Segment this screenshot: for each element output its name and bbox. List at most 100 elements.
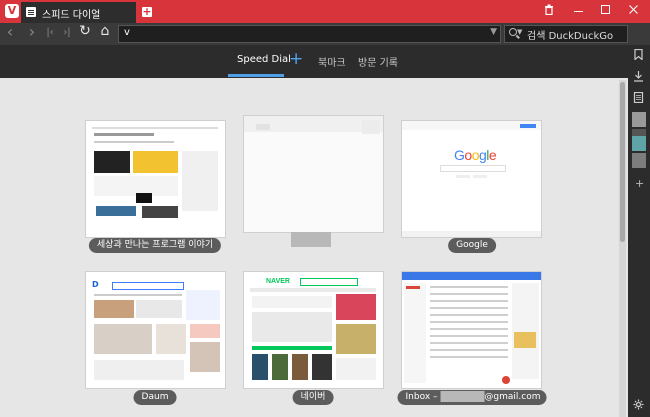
daum-search-box bbox=[112, 282, 184, 290]
add-speed-dial-button[interactable]: + bbox=[289, 50, 303, 68]
google-search-box bbox=[440, 165, 506, 172]
gmail-message-lines bbox=[430, 286, 508, 288]
tab-page-icon bbox=[26, 7, 36, 17]
gmail-sidebar bbox=[404, 283, 426, 383]
search-icon bbox=[509, 28, 517, 36]
forward-button[interactable]: › bbox=[25, 22, 39, 41]
minimize-icon-svg bbox=[573, 11, 583, 12]
tab-title: 스피드 다이얼 bbox=[42, 10, 101, 21]
gmail-topbar bbox=[402, 272, 541, 280]
close-icon-svg bbox=[628, 5, 638, 14]
thumb-text-line bbox=[94, 141, 174, 143]
speed-dial-thumbnail[interactable]: D bbox=[86, 272, 225, 388]
thumb-image bbox=[96, 206, 136, 216]
google-button bbox=[473, 175, 487, 178]
thumb-image bbox=[252, 354, 268, 380]
thumb-image bbox=[336, 324, 376, 354]
thumb-footer bbox=[402, 231, 541, 237]
speed-dial-caption: Google bbox=[448, 238, 496, 253]
thumb-image bbox=[94, 151, 130, 173]
thumb-bar bbox=[252, 346, 332, 350]
close-icon[interactable] bbox=[623, 4, 643, 18]
fast-forward-button[interactable]: ›| bbox=[60, 27, 74, 38]
speed-dial-thumbnail[interactable]: NAVER bbox=[244, 272, 383, 388]
download-icon[interactable] bbox=[633, 71, 644, 82]
speed-dial-header: Speed Dial + 북마크 방문 기록 bbox=[0, 45, 628, 78]
tab-history[interactable]: 방문 기록 bbox=[358, 54, 398, 69]
home-button[interactable]: ⌂ bbox=[98, 23, 112, 39]
thumb-menu bbox=[250, 288, 376, 292]
side-panel: + bbox=[628, 45, 650, 417]
thumb-image bbox=[94, 360, 184, 380]
caption-suffix: @gmail.com bbox=[484, 392, 541, 402]
thumb-image bbox=[156, 324, 186, 354]
new-tab-icon[interactable]: + bbox=[142, 6, 152, 17]
search-placeholder: 검색 DuckDuckGo bbox=[527, 31, 614, 42]
thumb-blur-block bbox=[256, 124, 270, 130]
trash-icon-svg bbox=[545, 4, 553, 16]
speed-dial-thumbnail[interactable]: Google bbox=[402, 121, 541, 237]
thumb-image bbox=[136, 300, 182, 318]
scrollbar-thumb[interactable] bbox=[620, 82, 625, 242]
speed-dial-caption: 네이버 bbox=[292, 390, 334, 405]
speed-dial-thumbnail[interactable] bbox=[86, 121, 225, 237]
thumb-image bbox=[336, 358, 376, 380]
thumb-image bbox=[142, 206, 178, 218]
thumb-image bbox=[133, 151, 178, 173]
rewind-button[interactable]: |‹ bbox=[43, 27, 57, 38]
tab-bookmarks[interactable]: 북마크 bbox=[318, 54, 346, 69]
blurred-email-user bbox=[440, 391, 485, 402]
thumb-image bbox=[186, 290, 220, 320]
thumb-image bbox=[272, 354, 288, 380]
daum-logo: D bbox=[92, 280, 99, 289]
search-field[interactable]: ▼ 검색 DuckDuckGo bbox=[504, 25, 628, 43]
maximize-icon[interactable] bbox=[595, 4, 615, 18]
thumb-ad bbox=[336, 294, 376, 320]
bookmark-icon[interactable] bbox=[633, 49, 644, 60]
tab-speed-dial-view[interactable]: Speed Dial bbox=[237, 54, 291, 65]
speed-dial-caption: Daum bbox=[133, 390, 177, 405]
speed-dial-thumbnail[interactable] bbox=[244, 116, 383, 232]
reload-button[interactable]: ↻ bbox=[78, 23, 92, 39]
add-web-panel-icon[interactable]: + bbox=[635, 177, 644, 190]
thumb-news bbox=[252, 312, 332, 342]
speed-dial-thumbnail[interactable] bbox=[402, 272, 541, 388]
thumb-image bbox=[312, 354, 332, 380]
thumb-image bbox=[292, 354, 308, 380]
thumb-signin bbox=[520, 124, 536, 128]
google-button bbox=[456, 175, 470, 178]
gmail-fab bbox=[502, 376, 510, 384]
caption-prefix: Inbox – bbox=[405, 392, 441, 402]
url-field[interactable]: v ▼ bbox=[118, 25, 501, 43]
url-value: v bbox=[124, 27, 130, 38]
thumb-banner bbox=[252, 296, 332, 308]
blurred-caption bbox=[291, 232, 331, 247]
back-button[interactable]: ‹ bbox=[3, 22, 17, 41]
address-bar-row: ‹ › |‹ ›| ↻ ⌂ v ▼ ▼ 검색 DuckDuckGo bbox=[0, 22, 650, 45]
google-logo: Google bbox=[454, 147, 497, 163]
thumb-image bbox=[94, 300, 134, 318]
thumb-image bbox=[190, 324, 220, 338]
speed-dial-caption: Inbox – @gmail.com bbox=[397, 390, 547, 405]
thumb-title-bar bbox=[94, 133, 154, 136]
gmail-right-panel bbox=[512, 283, 539, 379]
tab-speed-dial[interactable]: 스피드 다이얼 bbox=[21, 2, 136, 23]
naver-logo: NAVER bbox=[266, 278, 290, 285]
settings-icon[interactable] bbox=[633, 399, 644, 410]
chevron-down-icon[interactable]: ▼ bbox=[490, 27, 497, 37]
web-panel-icon[interactable] bbox=[632, 153, 646, 168]
notes-icon[interactable] bbox=[633, 92, 644, 103]
thumb-image bbox=[94, 324, 152, 354]
speed-dial-caption: 세상과 만나는 프로그램 이야기 bbox=[88, 238, 222, 253]
active-tab-indicator bbox=[228, 74, 284, 77]
vivaldi-logo-icon[interactable]: V bbox=[5, 4, 19, 18]
title-bar: V 스피드 다이얼 + bbox=[0, 0, 650, 23]
trash-icon[interactable] bbox=[539, 4, 559, 18]
web-panel-icon[interactable] bbox=[632, 136, 646, 151]
chevron-down-icon[interactable]: ▼ bbox=[517, 28, 522, 36]
web-panel-icon[interactable] bbox=[632, 112, 646, 127]
thumb-image bbox=[190, 342, 220, 372]
minimize-icon[interactable] bbox=[568, 4, 588, 18]
thumb-sidebar bbox=[182, 151, 218, 211]
thumb-blur-block bbox=[362, 120, 380, 134]
